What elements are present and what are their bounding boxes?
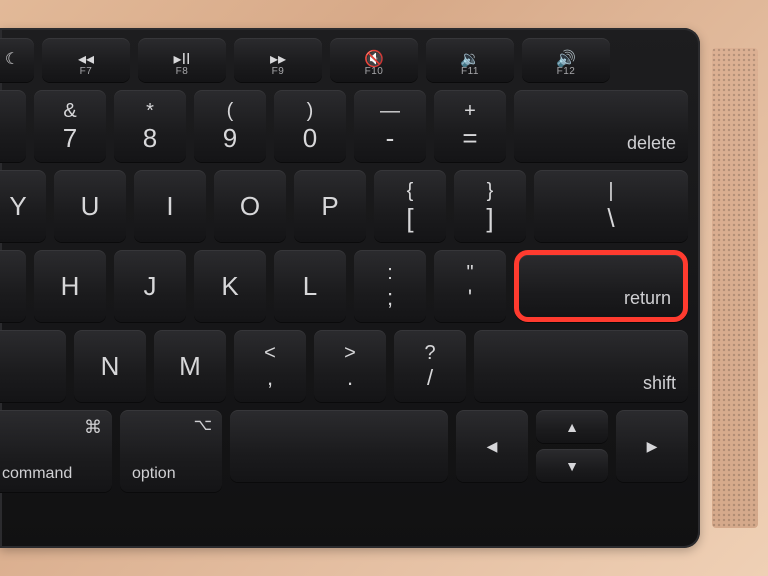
laptop-photo: ☾ ◂◂ F7 ▸II F8 ▸▸ F9 🔇 F10 🔉 F11 [0,0,768,576]
key-backslash[interactable]: |\ [534,170,688,242]
key-u[interactable]: U [54,170,126,242]
key-f12[interactable]: 🔊 F12 [522,38,610,82]
key-n[interactable]: N [74,330,146,402]
key-g-partial[interactable] [0,250,26,322]
keyboard-deck: ☾ ◂◂ F7 ▸II F8 ▸▸ F9 🔇 F10 🔉 F11 [0,28,700,548]
key-quote[interactable]: "' [434,250,506,322]
key-minus[interactable]: —- [354,90,426,162]
key-bracket-left[interactable]: {[ [374,170,446,242]
key-y[interactable]: Y [0,170,46,242]
option-icon: ⌥ [194,418,212,434]
key-arrow-left[interactable]: ◀ [456,410,528,482]
speaker-grille [712,48,758,528]
key-f7[interactable]: ◂◂ F7 [42,38,130,82]
key-m[interactable]: M [154,330,226,402]
key-b-partial[interactable] [0,330,66,402]
key-f9[interactable]: ▸▸ F9 [234,38,322,82]
key-arrow-down[interactable]: ▼ [536,449,608,482]
key-o[interactable]: O [214,170,286,242]
bottom-letter-row: N M <, >. ?/ shift [0,330,688,402]
key-i[interactable]: I [134,170,206,242]
key-arrow-up[interactable]: ▲ [536,410,608,443]
key-f10[interactable]: 🔇 F10 [330,38,418,82]
arrow-left-icon: ◀ [487,439,498,453]
key-shift-right[interactable]: shift [474,330,688,402]
qwerty-row: Y U I O P {[ }] |\ [0,170,688,242]
key-bracket-right[interactable]: }] [454,170,526,242]
moon-icon: ☾ [5,52,19,68]
key-arrow-right[interactable]: ▶ [616,410,688,482]
key-0[interactable]: )0 [274,90,346,162]
key-k[interactable]: K [194,250,266,322]
arrow-right-icon: ▶ [647,439,658,453]
key-dnd[interactable]: ☾ [0,38,34,82]
command-icon: ⌘ [84,418,102,436]
function-row: ☾ ◂◂ F7 ▸II F8 ▸▸ F9 🔇 F10 🔉 F11 [0,38,688,82]
key-period[interactable]: >. [314,330,386,402]
modifier-row: ⌘ command ⌥ option ◀ ▲ ▼ ▶ [0,410,688,492]
key-command[interactable]: ⌘ command [0,410,112,492]
number-row: &7 *8 (9 )0 —- += delete [0,90,688,162]
key-equals[interactable]: += [434,90,506,162]
key-semicolon[interactable]: :; [354,250,426,322]
key-f8[interactable]: ▸II F8 [138,38,226,82]
key-option[interactable]: ⌥ option [120,410,222,492]
key-comma[interactable]: <, [234,330,306,402]
key-f11[interactable]: 🔉 F11 [426,38,514,82]
home-row: H J K L :; "' return [0,250,688,322]
key-h[interactable]: H [34,250,106,322]
key-l[interactable]: L [274,250,346,322]
key-j[interactable]: J [114,250,186,322]
key-spacebar-partial[interactable] [230,410,448,482]
key-p[interactable]: P [294,170,366,242]
key-return[interactable]: return [514,250,688,322]
key-9[interactable]: (9 [194,90,266,162]
key-7[interactable]: &7 [34,90,106,162]
arrow-up-icon: ▲ [565,420,579,434]
arrow-down-icon: ▼ [565,459,579,473]
key-delete[interactable]: delete [514,90,688,162]
key-slash[interactable]: ?/ [394,330,466,402]
key-6-partial[interactable] [0,90,26,162]
key-8[interactable]: *8 [114,90,186,162]
